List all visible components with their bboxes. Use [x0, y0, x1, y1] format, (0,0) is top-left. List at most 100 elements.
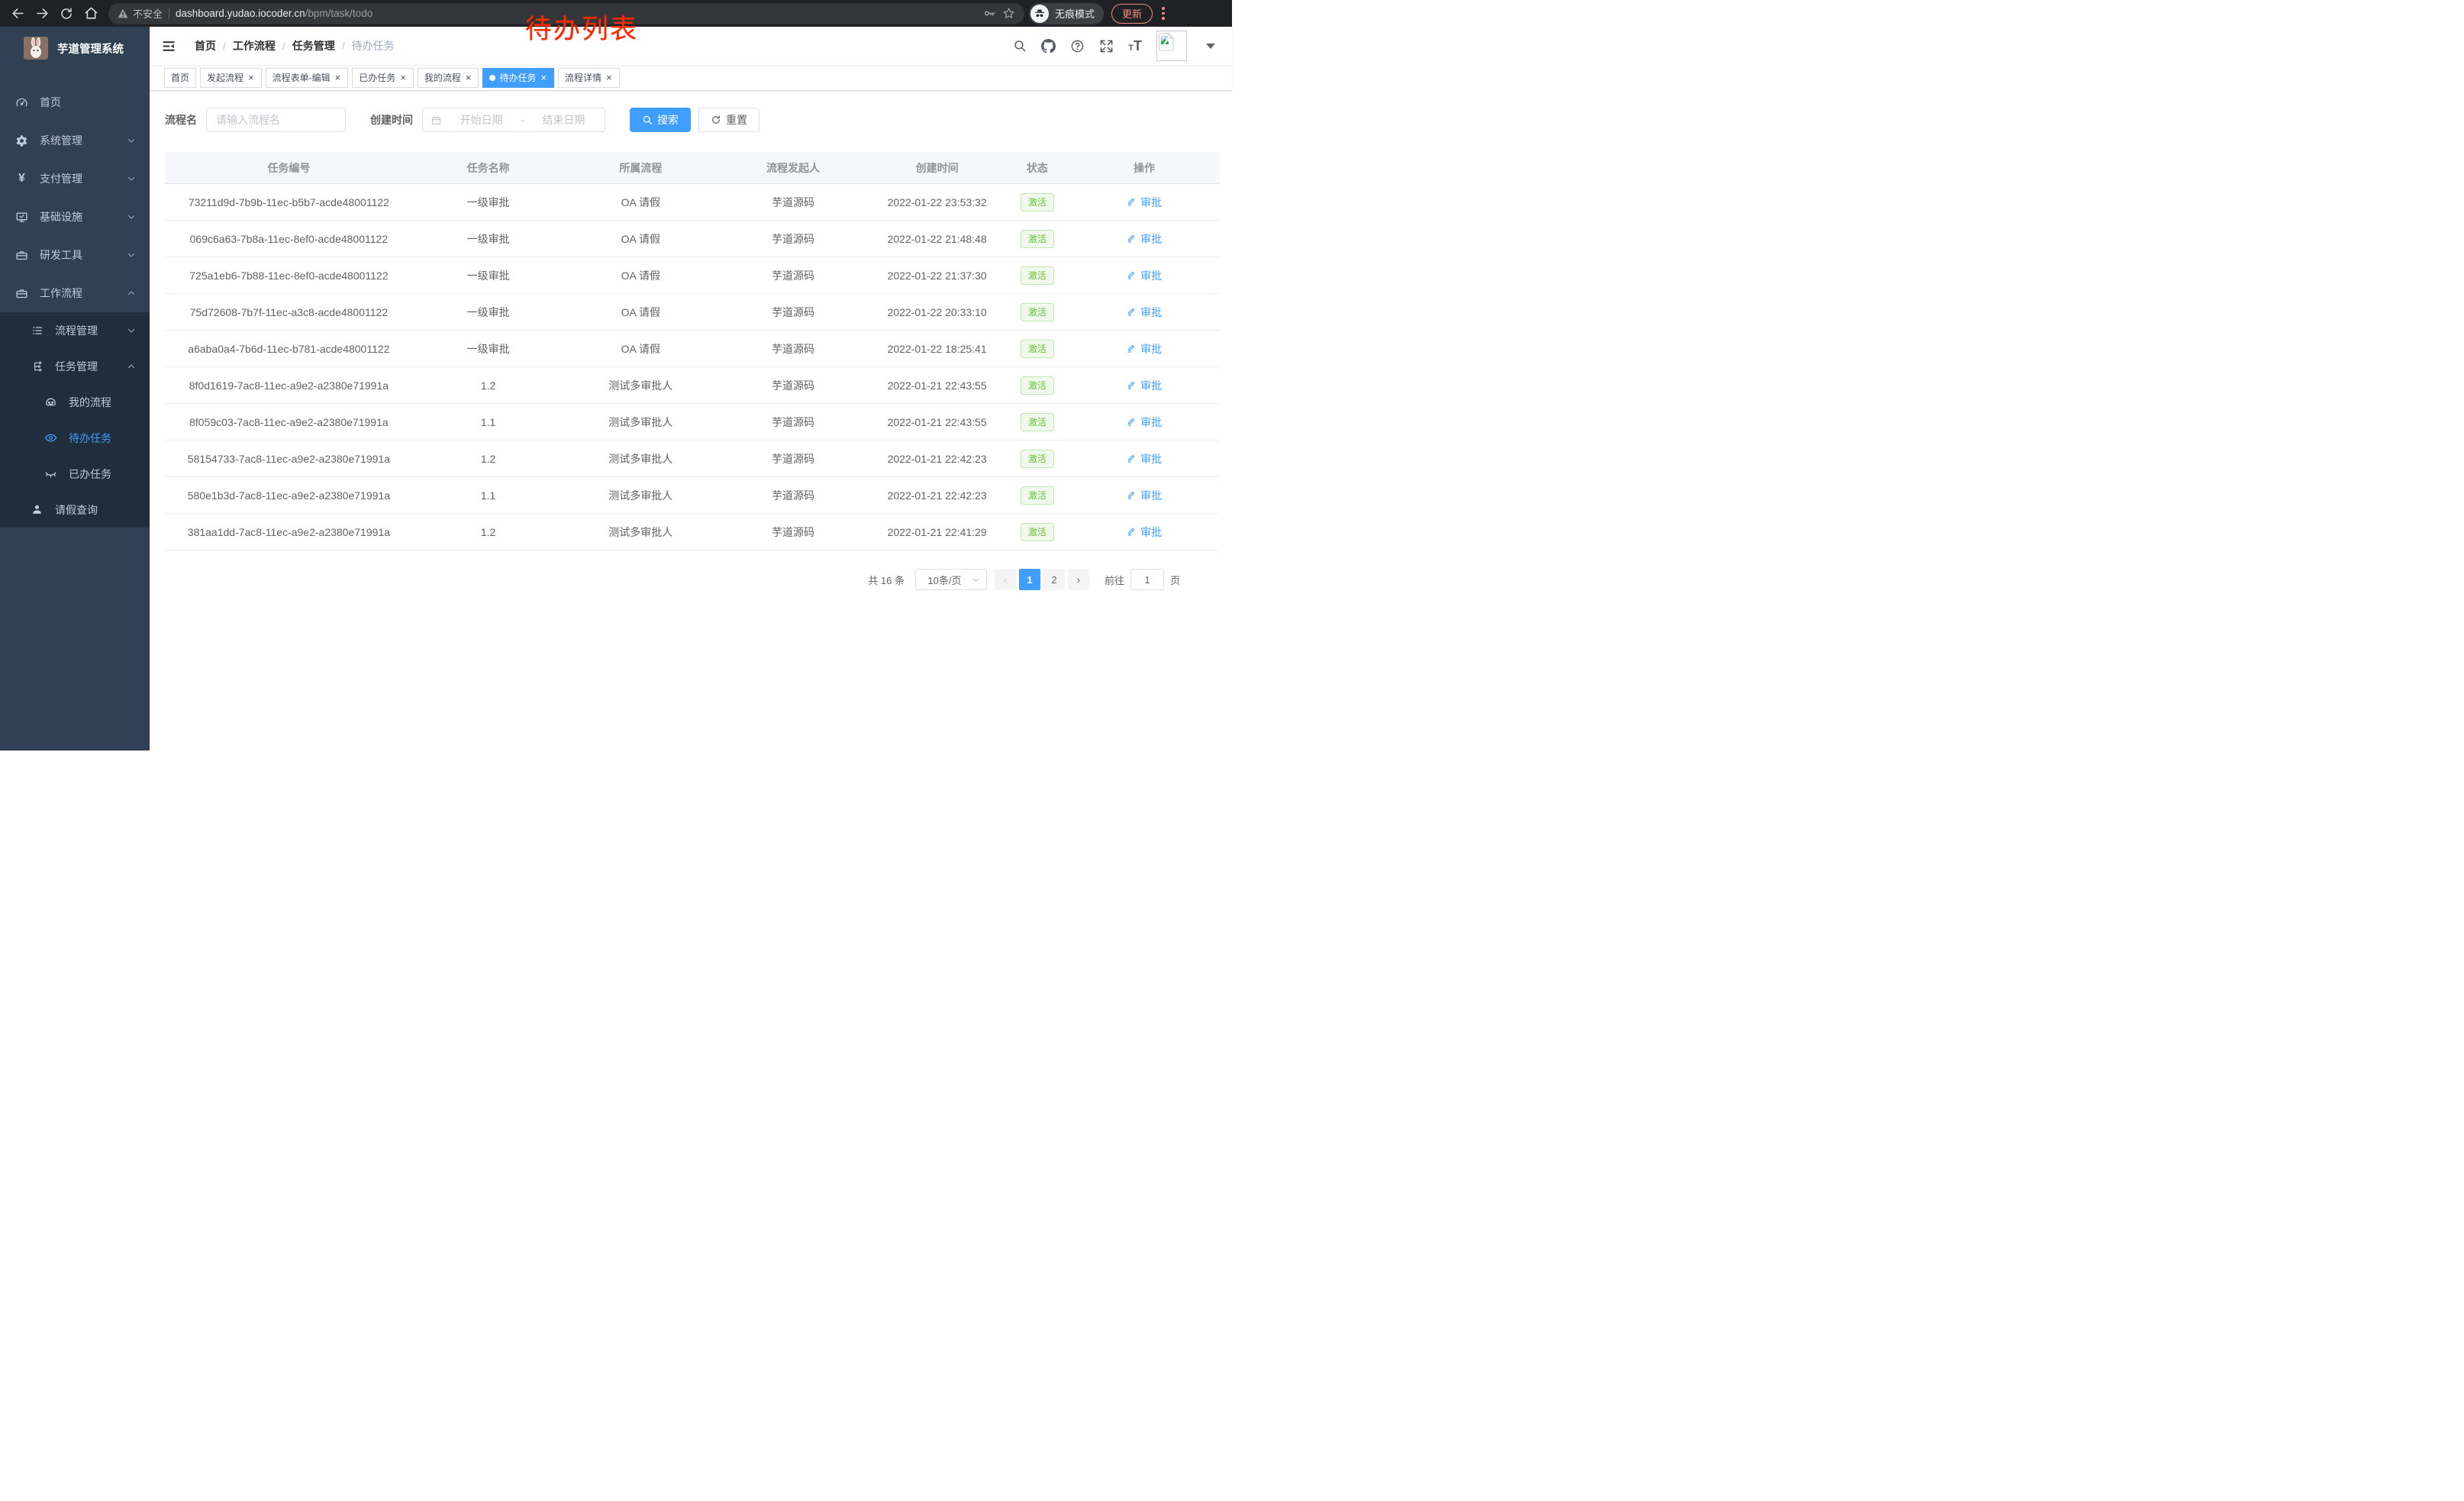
incognito-badge: 无痕模式	[1029, 3, 1104, 24]
page-2-button[interactable]: 2	[1043, 569, 1065, 590]
close-icon[interactable]: ×	[334, 73, 342, 82]
approve-link[interactable]: 审批	[1127, 231, 1162, 247]
page-1-button[interactable]: 1	[1019, 569, 1040, 590]
browser-menu-icon[interactable]	[1157, 7, 1169, 20]
approve-link[interactable]: 审批	[1127, 488, 1162, 503]
sidebar-item-process-mgmt[interactable]: 流程管理	[0, 312, 150, 348]
close-icon[interactable]: ×	[465, 73, 472, 82]
address-bar[interactable]: 不安全 dashboard.yudao.iocoder.cn/bpm/task/…	[108, 3, 1024, 24]
app-logo[interactable]: 芋道管理系统	[0, 27, 150, 69]
sidebar-item-todo-tasks[interactable]: 待办任务	[0, 420, 150, 456]
tab-process-detail[interactable]: 流程详情×	[558, 68, 620, 88]
approve-link[interactable]: 审批	[1127, 415, 1162, 430]
col-process: 所属流程	[563, 160, 718, 176]
security-warning[interactable]: 不安全	[118, 6, 163, 21]
table-header-row: 任务编号 任务名称 所属流程 流程发起人 创建时间 状态 操作	[165, 152, 1220, 184]
reset-button[interactable]: 重置	[698, 108, 760, 132]
cell-task-name: 一级审批	[413, 341, 564, 357]
sidebar-item-label: 我的流程	[69, 395, 111, 410]
cell-starter: 芋道源码	[718, 415, 869, 430]
sidebar-item-task-mgmt[interactable]: 任务管理	[0, 348, 150, 384]
process-name-input[interactable]	[206, 108, 346, 132]
cell-task-id: 8f0d1619-7ac8-11ec-a9e2-a2380e71991a	[165, 379, 413, 392]
cell-process: OA 请假	[563, 341, 718, 357]
workflow-submenu: 流程管理 任务管理 我的流程	[0, 312, 150, 528]
sidebar-item-system[interactable]: 系统管理	[0, 121, 150, 160]
sidebar-toggle-icon[interactable]	[150, 27, 189, 65]
cell-task-id: 58154733-7ac8-11ec-a9e2-a2380e71991a	[165, 453, 413, 465]
close-icon[interactable]: ×	[247, 73, 255, 82]
approve-link[interactable]: 审批	[1127, 525, 1162, 540]
avatar-dropdown-caret[interactable]	[1206, 44, 1215, 49]
approve-link[interactable]: 审批	[1127, 341, 1162, 357]
sidebar-item-home[interactable]: 首页	[0, 83, 150, 121]
cell-task-id: 580e1b3d-7ac8-11ec-a9e2-a2380e71991a	[165, 489, 413, 502]
close-icon[interactable]: ×	[399, 73, 407, 82]
approve-link[interactable]: 审批	[1127, 268, 1162, 283]
cell-process: 测试多审批人	[563, 488, 718, 503]
fullscreen-icon[interactable]	[1099, 39, 1114, 53]
approve-link[interactable]: 审批	[1127, 451, 1162, 466]
col-status: 状态	[1005, 160, 1069, 176]
approve-link[interactable]: 审批	[1127, 195, 1162, 210]
breadcrumb-separator: /	[282, 40, 285, 52]
goto-page-input[interactable]	[1130, 569, 1164, 590]
home-icon[interactable]	[81, 4, 101, 24]
approve-link[interactable]: 审批	[1127, 305, 1162, 320]
search-button[interactable]: 搜索	[630, 108, 691, 132]
forward-icon[interactable]	[32, 4, 52, 24]
table-body: 73211d9d-7b9b-11ec-b5b7-acde48001122 一级审…	[165, 184, 1220, 550]
status-badge: 激活	[1021, 303, 1054, 321]
sidebar-item-workflow[interactable]: 工作流程	[0, 274, 150, 312]
filter-bar: 流程名 创建时间 开始日期 - 结束日期 搜索 重置	[165, 108, 1220, 132]
breadcrumb-workflow[interactable]: 工作流程	[233, 38, 276, 53]
back-icon[interactable]	[8, 4, 27, 24]
sidebar-item-payment[interactable]: ¥ 支付管理	[0, 160, 150, 198]
tab-my-process[interactable]: 我的流程×	[418, 68, 479, 88]
close-icon[interactable]: ×	[605, 73, 613, 82]
cell-task-name: 一级审批	[413, 195, 564, 210]
search-icon[interactable]	[1013, 39, 1027, 53]
github-icon[interactable]	[1041, 39, 1056, 53]
prev-page-button[interactable]: ‹	[995, 569, 1016, 590]
breadcrumb-home[interactable]: 首页	[195, 38, 216, 53]
sidebar-item-infra[interactable]: 基础设施	[0, 198, 150, 236]
cell-create-time: 2022-01-22 23:53:32	[869, 196, 1006, 208]
bookmark-star-icon[interactable]	[1002, 7, 1015, 20]
page-size-select[interactable]: 10条/页	[915, 569, 987, 590]
sidebar-item-label: 基础设施	[40, 209, 82, 224]
sidebar-item-devtools[interactable]: 研发工具	[0, 236, 150, 274]
tab-done-tasks[interactable]: 已办任务×	[352, 68, 414, 88]
tab-todo-tasks[interactable]: 待办任务×	[482, 68, 554, 88]
approve-link[interactable]: 审批	[1127, 378, 1162, 393]
cell-create-time: 2022-01-22 21:37:30	[869, 270, 1006, 282]
logo-image	[24, 37, 48, 60]
end-date-placeholder: 结束日期	[531, 112, 597, 128]
reload-icon[interactable]	[56, 4, 76, 24]
breadcrumb-task-mgmt[interactable]: 任务管理	[292, 38, 335, 53]
page-size-value: 10条/页	[922, 573, 967, 587]
table-row: 580e1b3d-7ac8-11ec-a9e2-a2380e71991a 1.1…	[165, 477, 1220, 514]
tab-home[interactable]: 首页	[164, 68, 196, 88]
tab-form-edit[interactable]: 流程表单-编辑×	[266, 68, 349, 88]
cell-create-time: 2022-01-21 22:42:23	[869, 489, 1006, 502]
cell-starter: 芋道源码	[718, 305, 869, 320]
help-icon[interactable]	[1070, 39, 1085, 53]
close-icon[interactable]: ×	[540, 73, 547, 82]
edit-pencil-icon	[1127, 270, 1137, 280]
sidebar-item-done-tasks[interactable]: 已办任务	[0, 456, 150, 492]
status-badge: 激活	[1021, 486, 1054, 505]
sidebar-item-my-process[interactable]: 我的流程	[0, 384, 150, 420]
date-range-picker[interactable]: 开始日期 - 结束日期	[422, 108, 605, 132]
password-key-icon[interactable]	[983, 7, 996, 20]
edit-pencil-icon	[1127, 527, 1137, 537]
sidebar-item-leave-query[interactable]: 请假查询	[0, 492, 150, 528]
next-page-button[interactable]: ›	[1068, 569, 1089, 590]
cell-starter: 芋道源码	[718, 451, 869, 466]
update-button[interactable]: 更新	[1111, 4, 1153, 24]
cell-task-id: 8f059c03-7ac8-11ec-a9e2-a2380e71991a	[165, 416, 413, 428]
avatar[interactable]	[1156, 31, 1187, 61]
tab-start-process[interactable]: 发起流程×	[200, 68, 262, 88]
cell-task-name: 1.2	[413, 379, 564, 392]
font-size-icon[interactable]: TT	[1128, 38, 1142, 54]
